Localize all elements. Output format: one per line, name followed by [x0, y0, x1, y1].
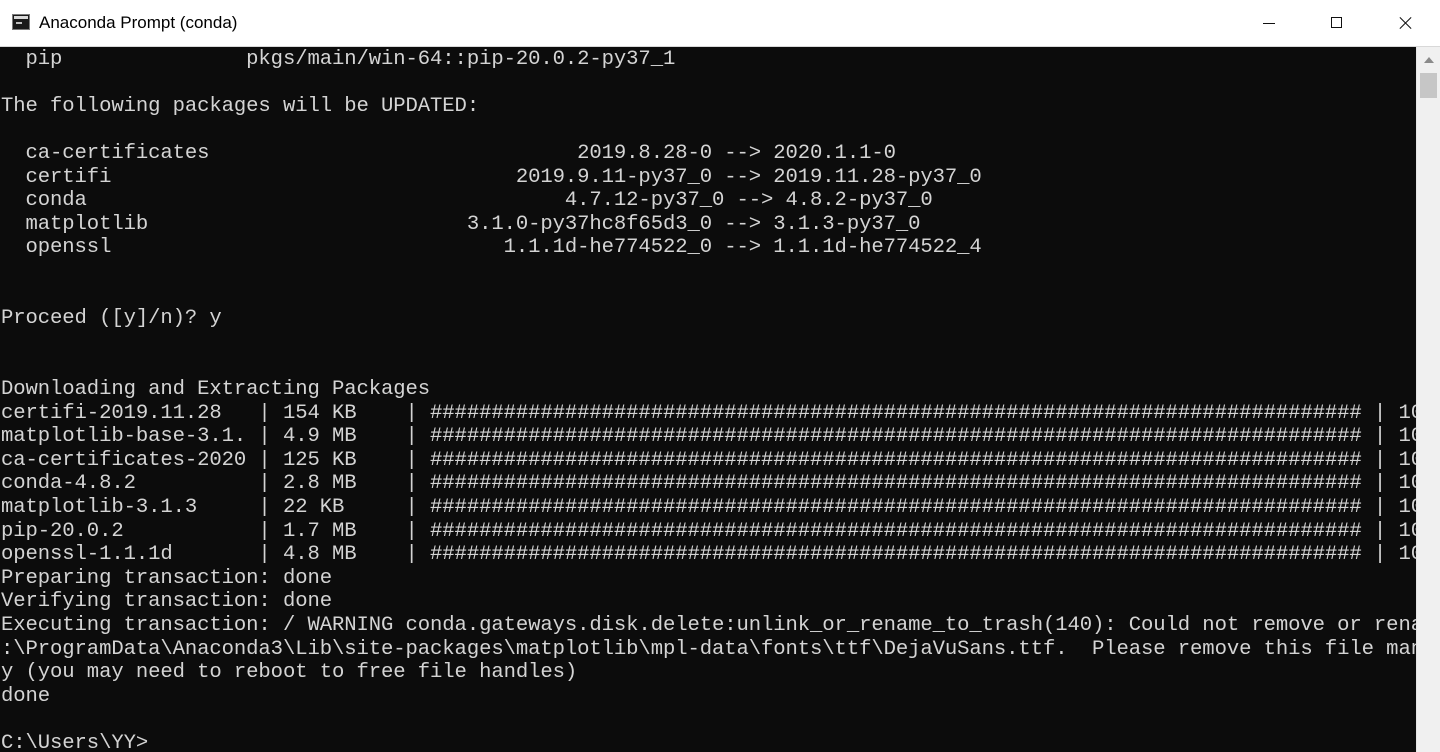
console-line: matplotlib-base-3.1. | 4.9 MB | ########…	[1, 425, 1416, 449]
console-output[interactable]: pip pkgs/main/win-64::pip-20.0.2-py37_1T…	[0, 47, 1416, 752]
console-line: openssl-1.1.1d | 4.8 MB | ##############…	[1, 543, 1416, 567]
scroll-up-arrow-icon[interactable]	[1424, 57, 1434, 63]
terminal-window: Anaconda Prompt (conda) pip pkgs/main/wi…	[0, 0, 1440, 752]
console-line: pip pkgs/main/win-64::pip-20.0.2-py37_1	[1, 47, 676, 71]
minimize-icon	[1263, 23, 1275, 24]
console-line: Verifying transaction: done	[1, 590, 332, 614]
console-line: conda-4.8.2 | 2.8 MB | #################…	[1, 472, 1416, 496]
console-line: certifi 2019.9.11-py37_0 --> 2019.11.28-…	[1, 165, 982, 189]
console-line: pip-20.0.2 | 1.7 MB | ##################…	[1, 519, 1416, 543]
console-line: matplotlib-3.1.3 | 22 KB | #############…	[1, 495, 1416, 519]
console-line: :\ProgramData\Anaconda3\Lib\site-package…	[1, 637, 1416, 661]
console-line: C:\Users\YY>	[1, 731, 149, 752]
console-app-icon	[12, 14, 30, 30]
console-line: matplotlib 3.1.0-py37hc8f65d3_0 --> 3.1.…	[1, 212, 921, 236]
scrollbar-thumb[interactable]	[1420, 73, 1437, 98]
console-line: Executing transaction: / WARNING conda.g…	[1, 613, 1416, 637]
console-line: ca-certificates 2019.8.28-0 --> 2020.1.1…	[1, 141, 896, 165]
console-line: Proceed ([y]/n)? y	[1, 307, 222, 331]
maximize-button[interactable]	[1304, 0, 1371, 46]
console-line: ca-certificates-2020 | 125 KB | ########…	[1, 448, 1416, 472]
close-button[interactable]	[1372, 0, 1439, 46]
console-line: Preparing transaction: done	[1, 566, 332, 590]
console-line: conda 4.7.12-py37_0 --> 4.8.2-py37_0	[1, 189, 933, 213]
console-line: done	[1, 684, 51, 708]
console-line: certifi-2019.11.28 | 154 KB | ##########…	[1, 401, 1416, 425]
console-line: The following packages will be UPDATED:	[1, 94, 480, 118]
minimize-button[interactable]	[1236, 0, 1303, 46]
console-line: Downloading and Extracting Packages	[1, 377, 431, 401]
maximize-icon	[1331, 17, 1342, 28]
console-line: openssl 1.1.1d-he774522_0 --> 1.1.1d-he7…	[1, 236, 982, 260]
console-line: y (you may need to reboot to free file h…	[1, 661, 578, 685]
window-title: Anaconda Prompt (conda)	[39, 13, 238, 32]
vertical-scrollbar[interactable]	[1416, 47, 1440, 752]
title-bar[interactable]: Anaconda Prompt (conda)	[0, 0, 1440, 47]
